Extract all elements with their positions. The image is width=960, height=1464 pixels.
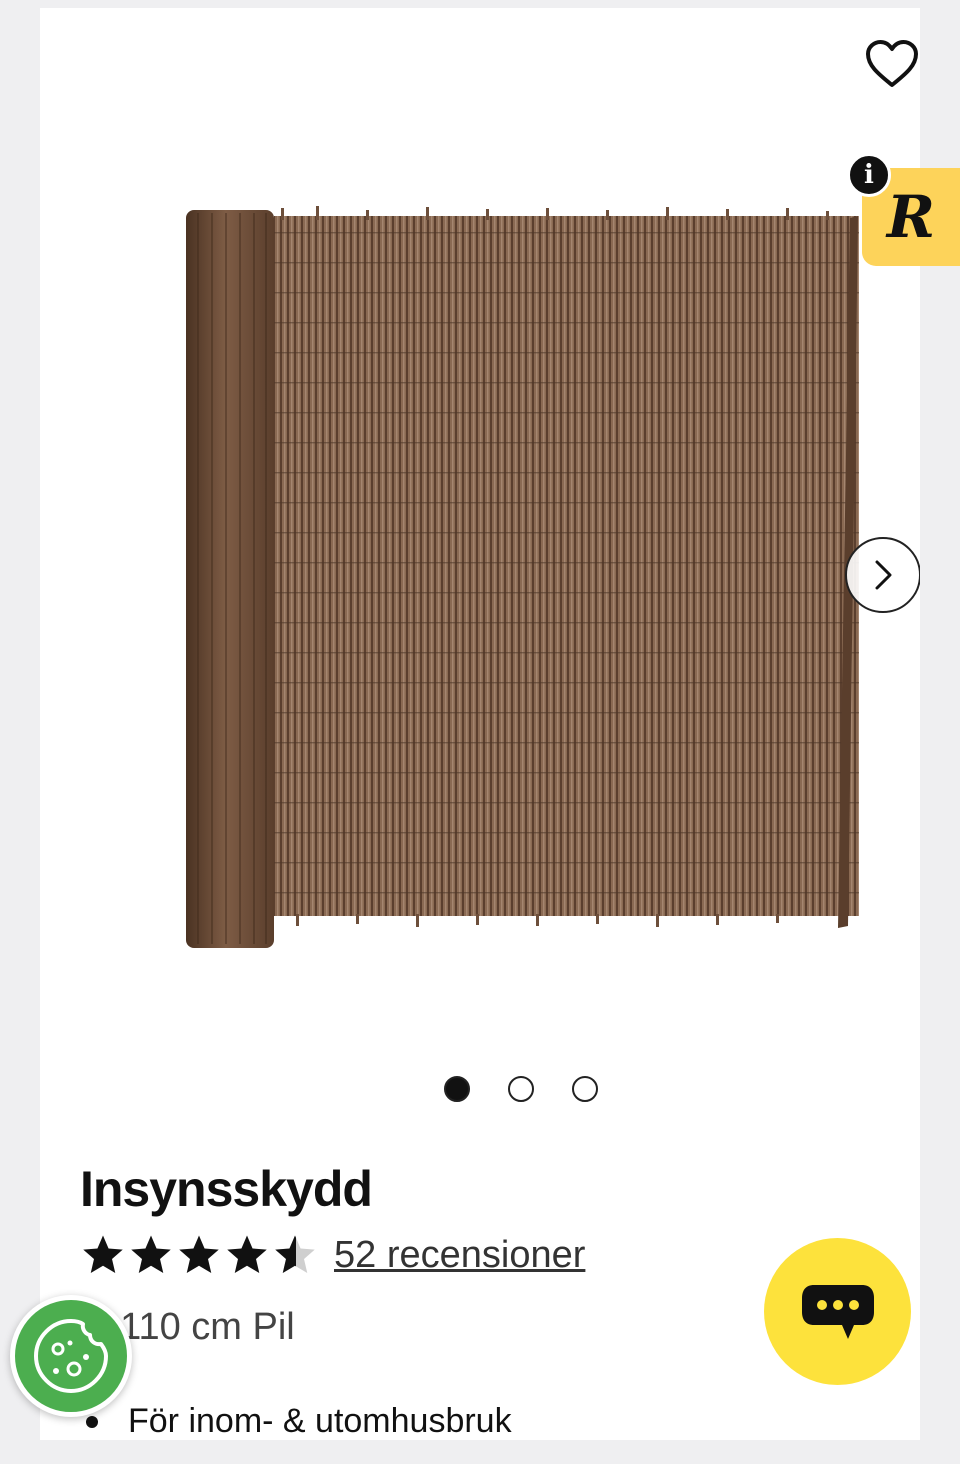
chat-bubble-icon xyxy=(801,1284,874,1339)
bottom-strip xyxy=(0,1440,960,1464)
product-image xyxy=(186,206,859,948)
chevron-right-icon xyxy=(875,560,892,590)
gallery-dot-3[interactable] xyxy=(572,1076,598,1102)
feature-list-item: För inom- & utomhusbruk xyxy=(86,1402,512,1441)
next-image-button[interactable] xyxy=(845,537,920,613)
star-half-icon xyxy=(275,1235,315,1274)
favorite-button[interactable] xyxy=(864,38,920,90)
info-icon[interactable]: i xyxy=(847,153,891,197)
gallery-pagination xyxy=(444,1076,598,1102)
cookie-icon xyxy=(34,1319,108,1393)
heart-outline-icon xyxy=(866,40,918,87)
gallery-dot-1[interactable] xyxy=(444,1076,470,1102)
reviews-widget-logo: R xyxy=(886,183,936,251)
gallery-dot-2[interactable] xyxy=(508,1076,534,1102)
cookie-settings-button[interactable] xyxy=(10,1295,132,1417)
star-icon xyxy=(131,1235,171,1274)
chat-button[interactable] xyxy=(764,1238,911,1385)
product-rating: 52 recensioner xyxy=(80,1232,585,1278)
product-card xyxy=(40,8,920,1440)
star-icon xyxy=(83,1235,123,1274)
feature-text: För inom- & utomhusbruk xyxy=(128,1402,512,1440)
product-title: Insynsskydd xyxy=(80,1161,373,1217)
star-icon xyxy=(227,1235,267,1274)
reviews-link[interactable]: 52 recensioner xyxy=(334,1234,585,1277)
star-icon xyxy=(179,1235,219,1274)
star-rating xyxy=(80,1232,318,1278)
bullet-icon xyxy=(86,1415,98,1428)
